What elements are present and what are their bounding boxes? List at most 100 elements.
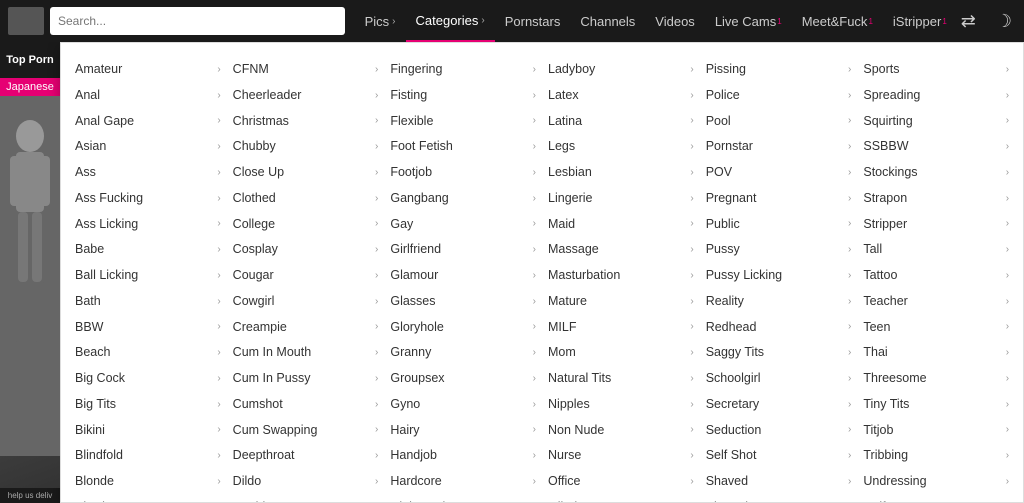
cat-anal-gape[interactable]: Anal Gape › — [69, 109, 227, 134]
cat-maid[interactable]: Maid › — [542, 212, 700, 237]
cat-self-shot[interactable]: Self Shot › — [700, 443, 858, 468]
japanese-tag[interactable]: Japanese — [0, 78, 60, 96]
search-input[interactable] — [50, 7, 345, 35]
cat-milf[interactable]: MILF › — [542, 315, 700, 340]
cat-bikini[interactable]: Bikini › — [69, 418, 227, 443]
cat-schoolgirl[interactable]: Schoolgirl › — [700, 366, 858, 391]
cat-groupsex[interactable]: Groupsex › — [384, 366, 542, 391]
cat-oiled[interactable]: Oiled › — [542, 495, 700, 503]
cat-bbw[interactable]: BBW › — [69, 315, 227, 340]
cat-gay[interactable]: Gay › — [384, 212, 542, 237]
cat-creampie[interactable]: Creampie › — [227, 315, 385, 340]
cat-asian[interactable]: Asian › — [69, 134, 227, 159]
cat-stockings[interactable]: Stockings › — [857, 160, 1015, 185]
cat-natural-tits[interactable]: Natural Tits › — [542, 366, 700, 391]
nav-item-pics[interactable]: Pics › — [355, 0, 406, 42]
site-logo[interactable] — [8, 7, 44, 35]
nav-item-istripper[interactable]: iStripper 1 — [883, 0, 957, 42]
cat-cowgirl[interactable]: Cowgirl › — [227, 289, 385, 314]
cat-double[interactable]: Double — [227, 495, 385, 503]
cat-nurse[interactable]: Nurse › — [542, 443, 700, 468]
nav-item-videos[interactable]: Videos — [645, 0, 705, 42]
cat-stripper[interactable]: Stripper › — [857, 212, 1015, 237]
cat-saggy-tits[interactable]: Saggy Tits › — [700, 340, 858, 365]
cat-clothed[interactable]: Clothed › — [227, 186, 385, 211]
cat-massage[interactable]: Massage › — [542, 237, 700, 262]
cat-ass-licking[interactable]: Ass Licking › — [69, 212, 227, 237]
cat-legs[interactable]: Legs › — [542, 134, 700, 159]
cat-ladyboy[interactable]: Ladyboy › — [542, 57, 700, 82]
cat-glamour[interactable]: Glamour › — [384, 263, 542, 288]
cat-blindfold[interactable]: Blindfold › — [69, 443, 227, 468]
cat-cheerleader[interactable]: Cheerleader › — [227, 83, 385, 108]
cat-latina[interactable]: Latina › — [542, 109, 700, 134]
cat-shemale[interactable]: Shemale › — [700, 495, 858, 503]
cat-pregnant[interactable]: Pregnant › — [700, 186, 858, 211]
cat-girlfriend[interactable]: Girlfriend › — [384, 237, 542, 262]
cat-big-cock[interactable]: Big Cock › — [69, 366, 227, 391]
cat-thai[interactable]: Thai › — [857, 340, 1015, 365]
cat-masturbation[interactable]: Masturbation › — [542, 263, 700, 288]
cat-mature[interactable]: Mature › — [542, 289, 700, 314]
cat-cum-swapping[interactable]: Cum Swapping › — [227, 418, 385, 443]
cat-lingerie[interactable]: Lingerie › — [542, 186, 700, 211]
cat-titjob[interactable]: Titjob › — [857, 418, 1015, 443]
cat-cfnm[interactable]: CFNM › — [227, 57, 385, 82]
nav-item-pornstars[interactable]: Pornstars — [495, 0, 571, 42]
cat-tribbing[interactable]: Tribbing › — [857, 443, 1015, 468]
nav-item-categories[interactable]: Categories › — [406, 0, 495, 42]
cat-public[interactable]: Public › — [700, 212, 858, 237]
cat-dildo[interactable]: Dildo › — [227, 469, 385, 494]
cat-college[interactable]: College › — [227, 212, 385, 237]
cat-strapon[interactable]: Strapon › — [857, 186, 1015, 211]
cat-tiny-tits[interactable]: Tiny Tits › — [857, 392, 1015, 417]
cat-gangbang[interactable]: Gangbang › — [384, 186, 542, 211]
dark-mode-icon[interactable]: ☽ — [992, 7, 1016, 36]
cat-police[interactable]: Police › — [700, 83, 858, 108]
cat-pussy-licking[interactable]: Pussy Licking › — [700, 263, 858, 288]
cat-chubby[interactable]: Chubby › — [227, 134, 385, 159]
cat-amateur[interactable]: Amateur › — [69, 57, 227, 82]
cat-nipples[interactable]: Nipples › — [542, 392, 700, 417]
cat-latex[interactable]: Latex › — [542, 83, 700, 108]
cat-tattoo[interactable]: Tattoo › — [857, 263, 1015, 288]
cat-pissing[interactable]: Pissing › — [700, 57, 858, 82]
cat-teacher[interactable]: Teacher › — [857, 289, 1015, 314]
cat-beach[interactable]: Beach › — [69, 340, 227, 365]
cat-pussy[interactable]: Pussy › — [700, 237, 858, 262]
cat-fisting[interactable]: Fisting › — [384, 83, 542, 108]
cat-ssbbw[interactable]: SSBBW › — [857, 134, 1015, 159]
cat-pornstar[interactable]: Pornstar › — [700, 134, 858, 159]
cat-ass[interactable]: Ass › — [69, 160, 227, 185]
nav-item-meet-fuck[interactable]: Meet&Fuck 1 — [792, 0, 883, 42]
cat-pov[interactable]: POV › — [700, 160, 858, 185]
cat-ass-fucking[interactable]: Ass Fucking › — [69, 186, 227, 211]
cat-blonde[interactable]: Blonde › — [69, 469, 227, 494]
nav-item-channels[interactable]: Channels — [570, 0, 645, 42]
cat-spreading[interactable]: Spreading › — [857, 83, 1015, 108]
shuffle-icon[interactable]: ⇄ — [957, 7, 980, 36]
cat-pool[interactable]: Pool › — [700, 109, 858, 134]
cat-gloryhole[interactable]: Gloryhole › — [384, 315, 542, 340]
cat-cum-in-mouth[interactable]: Cum In Mouth › — [227, 340, 385, 365]
cat-handjob[interactable]: Handjob › — [384, 443, 542, 468]
cat-christmas[interactable]: Christmas › — [227, 109, 385, 134]
cat-foot-fetish[interactable]: Foot Fetish › — [384, 134, 542, 159]
cat-glasses[interactable]: Glasses › — [384, 289, 542, 314]
cat-lesbian[interactable]: Lesbian › — [542, 160, 700, 185]
cat-babe[interactable]: Babe › — [69, 237, 227, 262]
cat-high-heels[interactable]: High Heels › — [384, 495, 542, 503]
cat-non-nude[interactable]: Non Nude › — [542, 418, 700, 443]
nav-item-live-cams[interactable]: Live Cams 1 — [705, 0, 792, 42]
cat-gyno[interactable]: Gyno › — [384, 392, 542, 417]
cat-office[interactable]: Office › — [542, 469, 700, 494]
cat-reality[interactable]: Reality › — [700, 289, 858, 314]
cat-threesome[interactable]: Threesome › — [857, 366, 1015, 391]
cat-footjob[interactable]: Footjob › — [384, 160, 542, 185]
cat-mom[interactable]: Mom › — [542, 340, 700, 365]
cat-cumshot[interactable]: Cumshot › — [227, 392, 385, 417]
cat-bath[interactable]: Bath › — [69, 289, 227, 314]
cat-secretary[interactable]: Secretary › — [700, 392, 858, 417]
cat-hairy[interactable]: Hairy › — [384, 418, 542, 443]
cat-deepthroat[interactable]: Deepthroat › — [227, 443, 385, 468]
